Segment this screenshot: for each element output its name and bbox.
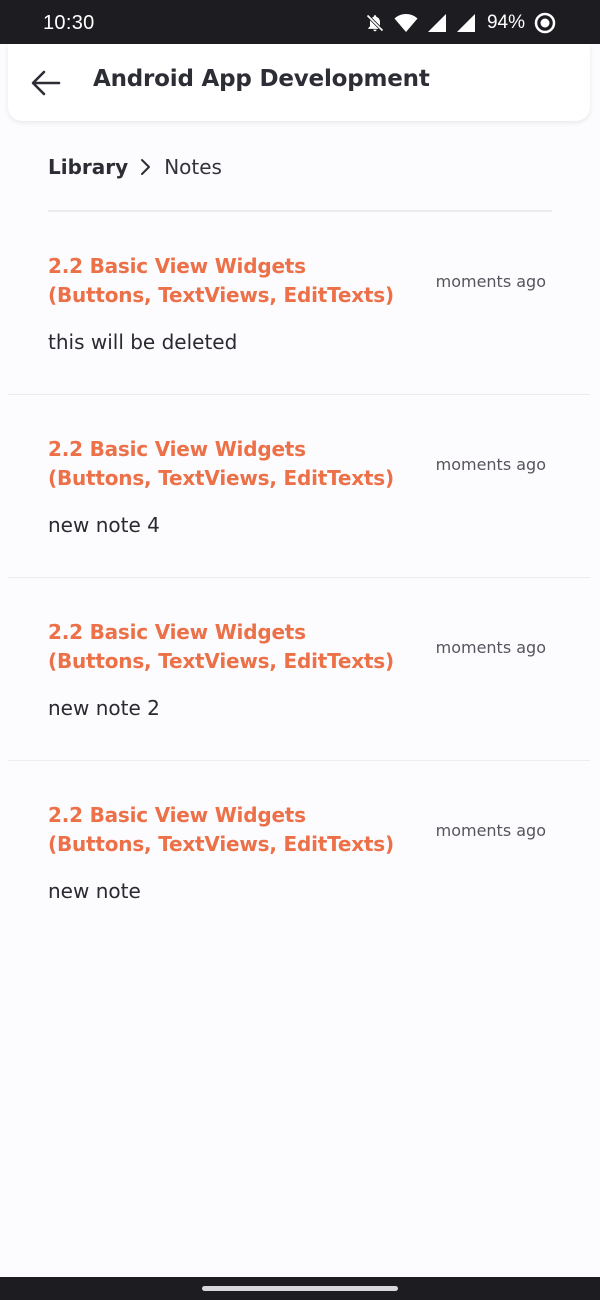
page-title: Android App Development bbox=[93, 66, 430, 92]
battery-icon bbox=[534, 12, 556, 34]
note-body: new note 4 bbox=[48, 513, 160, 537]
note-timestamp: moments ago bbox=[435, 455, 546, 474]
battery-percent: 94% bbox=[486, 12, 525, 33]
app-screen: Android App Development Library Notes 2.… bbox=[0, 44, 600, 1277]
signal-icon bbox=[456, 13, 476, 33]
home-indicator[interactable] bbox=[202, 1286, 398, 1291]
arrow-left-icon bbox=[31, 70, 61, 96]
breadcrumb-notes: Notes bbox=[164, 155, 222, 179]
note-title: 2.2 Basic View Widgets (Buttons, TextVie… bbox=[48, 803, 394, 856]
back-button[interactable] bbox=[28, 67, 64, 99]
breadcrumb-library[interactable]: Library bbox=[48, 155, 128, 179]
note-title: 2.2 Basic View Widgets (Buttons, TextVie… bbox=[48, 437, 394, 490]
signal-icon bbox=[427, 13, 447, 33]
status-icons: 94% bbox=[365, 12, 556, 34]
status-time: 10:30 bbox=[43, 11, 95, 34]
navigation-bar bbox=[0, 1277, 600, 1300]
note-item[interactable]: 2.2 Basic View Widgets (Buttons, TextVie… bbox=[8, 761, 590, 944]
note-item[interactable]: 2.2 Basic View Widgets (Buttons, TextVie… bbox=[8, 578, 590, 761]
note-body: this will be deleted bbox=[48, 330, 238, 354]
note-title: 2.2 Basic View Widgets (Buttons, TextVie… bbox=[48, 254, 394, 307]
notes-list: 2.2 Basic View Widgets (Buttons, TextVie… bbox=[8, 212, 590, 944]
note-timestamp: moments ago bbox=[435, 821, 546, 840]
notifications-off-icon bbox=[365, 13, 385, 33]
note-item[interactable]: 2.2 Basic View Widgets (Buttons, TextVie… bbox=[8, 212, 590, 395]
status-bar: 10:30 94% bbox=[0, 0, 600, 46]
app-bar: Android App Development bbox=[8, 44, 590, 121]
breadcrumb: Library Notes bbox=[48, 152, 222, 182]
note-timestamp: moments ago bbox=[435, 272, 546, 291]
note-timestamp: moments ago bbox=[435, 638, 546, 657]
wifi-icon bbox=[394, 13, 418, 33]
chevron-right-icon bbox=[140, 158, 152, 176]
note-title: 2.2 Basic View Widgets (Buttons, TextVie… bbox=[48, 620, 394, 673]
note-body: new note bbox=[48, 879, 141, 903]
note-item[interactable]: 2.2 Basic View Widgets (Buttons, TextVie… bbox=[8, 395, 590, 578]
note-body: new note 2 bbox=[48, 696, 160, 720]
